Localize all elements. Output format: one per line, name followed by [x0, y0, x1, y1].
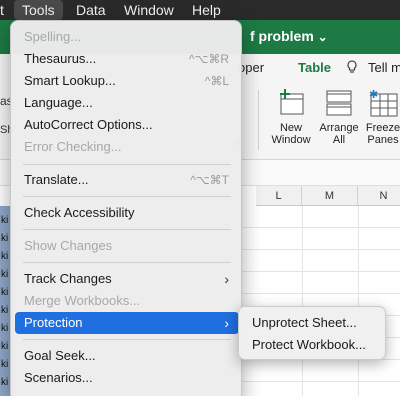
menu-item-label: Smart Lookup... [24, 73, 116, 88]
cell-fragment: ki [1, 287, 9, 298]
new-window-button[interactable]: New Window [264, 88, 318, 146]
menu-item-track-changes[interactable]: Track Changes › [15, 268, 239, 290]
column-header-l[interactable]: L [256, 186, 302, 206]
menu-separator [23, 229, 231, 230]
cell-fragment: ki [1, 359, 9, 370]
menu-item-label: AutoCorrect Options... [24, 117, 153, 132]
menu-item-label: Error Checking... [24, 139, 122, 154]
menu-item-label: Spelling... [24, 29, 82, 44]
menu-item-label: Show Changes [24, 238, 113, 253]
menubar-item-partial[interactable]: t [0, 0, 12, 20]
menu-item-label: Protect Workbook... [252, 337, 366, 352]
menu-item-translate[interactable]: Translate... ^⌥⌘T [15, 169, 239, 191]
cell-fragment: ki [1, 341, 9, 352]
new-window-icon [280, 89, 304, 115]
menu-item-scenarios[interactable]: Scenarios... [15, 367, 239, 389]
menu-item-label: Language... [24, 95, 93, 110]
cell-fragment: ki [1, 305, 9, 316]
document-title-text: f problem [250, 28, 314, 44]
menu-bar: t Tools Data Window Help [0, 0, 400, 20]
keyboard-shortcut: ^⌘L [204, 74, 229, 88]
menu-item-label: Goal Seek... [24, 348, 96, 363]
menu-item-label: Merge Workbooks... [24, 293, 141, 308]
tab-table[interactable]: Table [298, 60, 331, 75]
menu-item-label: Protection [24, 315, 83, 330]
tools-menu: Spelling... Thesaurus... ^⌥⌘R Smart Look… [10, 20, 242, 396]
cell-fragment: ki [1, 377, 9, 388]
menu-item-check-accessibility[interactable]: Check Accessibility [15, 202, 239, 224]
cell-fragment: ki [1, 269, 9, 280]
arrange-all-icon [326, 90, 352, 116]
ribbon-divider [258, 90, 259, 150]
menu-item-unprotect-sheet[interactable]: Unprotect Sheet... [243, 312, 383, 334]
freeze-panes-icon: ✱ [369, 88, 398, 117]
menu-item-label: Translate... [24, 172, 89, 187]
column-header-m[interactable]: M [302, 186, 358, 206]
keyboard-shortcut: ^⌥⌘T [190, 173, 229, 187]
menu-item-show-changes: Show Changes [15, 235, 239, 257]
menu-item-spelling: Spelling... [15, 26, 239, 48]
chevron-right-icon: › [224, 315, 229, 331]
column-header-n[interactable]: N [358, 186, 400, 206]
menu-item-goal-seek[interactable]: Goal Seek... [15, 345, 239, 367]
menu-item-label: Unprotect Sheet... [252, 315, 357, 330]
protection-submenu: Unprotect Sheet... Protect Workbook... [238, 306, 386, 360]
cell-fragment: ki [1, 215, 9, 226]
menu-item-label: Scenarios... [24, 370, 93, 385]
menu-item-error-checking: Error Checking... [15, 136, 239, 158]
menu-item-label: Check Accessibility [24, 205, 135, 220]
menu-item-protect-workbook[interactable]: Protect Workbook... [243, 334, 383, 356]
freeze-panes-label: Freeze Panes [365, 122, 400, 146]
tell-me-search[interactable]: Tell m [368, 60, 400, 75]
menubar-item-tools[interactable]: Tools [14, 0, 63, 20]
menu-separator [23, 339, 231, 340]
menubar-item-help[interactable]: Help [184, 0, 229, 20]
menu-item-autocorrect[interactable]: AutoCorrect Options... [15, 114, 239, 136]
menu-item-language[interactable]: Language... [15, 92, 239, 114]
menu-item-merge-workbooks: Merge Workbooks... [15, 290, 239, 312]
menubar-item-window[interactable]: Window [116, 0, 182, 20]
cell-fragment: ki [1, 251, 9, 262]
chevron-down-icon: ⌄ [317, 30, 328, 44]
keyboard-shortcut: ^⌥⌘R [188, 52, 229, 66]
menu-item-label: Track Changes [24, 271, 112, 286]
cell-fragment: ki [1, 323, 9, 334]
svg-text:✱: ✱ [369, 88, 378, 101]
cell-fragment: ki [1, 233, 9, 244]
document-title[interactable]: f problem ⌄ [250, 28, 328, 44]
lightbulb-icon [346, 60, 358, 77]
menu-separator [23, 262, 231, 263]
menu-item-thesaurus[interactable]: Thesaurus... ^⌥⌘R [15, 48, 239, 70]
menubar-item-data[interactable]: Data [68, 0, 114, 20]
menu-item-label: Thesaurus... [24, 51, 97, 66]
chevron-right-icon: › [224, 271, 229, 287]
new-window-label: New Window [271, 122, 311, 146]
menu-item-protection[interactable]: Protection › [15, 312, 239, 334]
menu-item-smart-lookup[interactable]: Smart Lookup... ^⌘L [15, 70, 239, 92]
menu-separator [23, 196, 231, 197]
menu-separator [23, 164, 231, 165]
freeze-panes-button[interactable]: ✱ Freeze Panes [356, 88, 400, 146]
